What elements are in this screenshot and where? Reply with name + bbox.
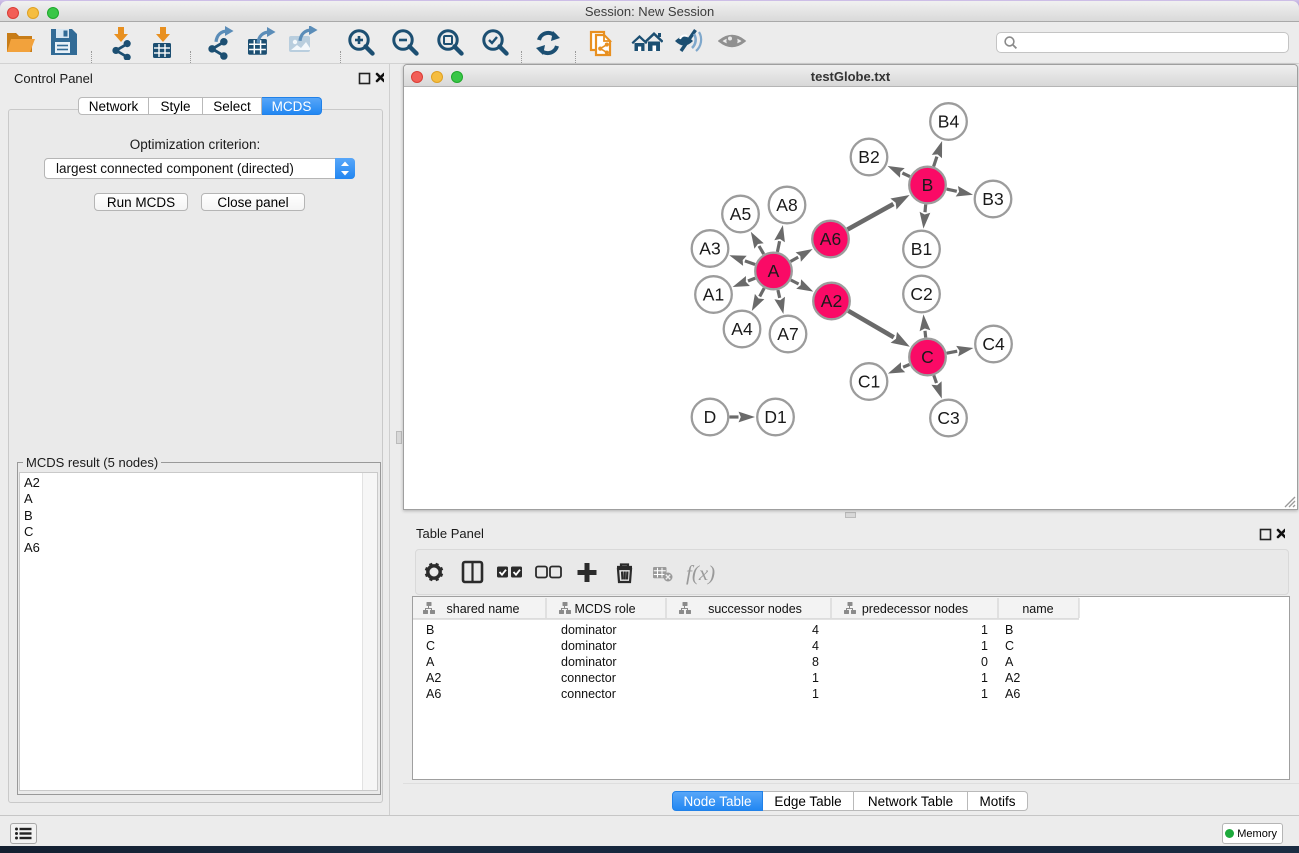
svg-text:C3: C3 xyxy=(937,408,959,428)
svg-text:1: 1 xyxy=(981,639,988,653)
svg-text:A: A xyxy=(426,655,435,669)
svg-text:A6: A6 xyxy=(820,229,841,249)
svg-text:B2: B2 xyxy=(858,147,879,167)
svg-text:4: 4 xyxy=(812,639,819,653)
svg-text:dominator: dominator xyxy=(561,655,617,669)
svg-text:1: 1 xyxy=(812,687,819,701)
svg-text:4: 4 xyxy=(812,623,819,637)
svg-text:dominator: dominator xyxy=(561,639,617,653)
svg-text:A2: A2 xyxy=(426,671,441,685)
svg-text:A2: A2 xyxy=(821,291,842,311)
svg-text:A7: A7 xyxy=(777,324,798,344)
svg-text:A1: A1 xyxy=(703,285,724,305)
svg-text:C: C xyxy=(426,639,435,653)
svg-text:A8: A8 xyxy=(776,195,797,215)
svg-text:A: A xyxy=(1005,655,1014,669)
svg-text:name: name xyxy=(1022,602,1053,616)
svg-text:C: C xyxy=(1005,639,1014,653)
svg-text:successor nodes: successor nodes xyxy=(708,602,802,616)
svg-text:A5: A5 xyxy=(730,204,751,224)
svg-text:B: B xyxy=(426,623,434,637)
svg-text:1: 1 xyxy=(981,623,988,637)
svg-text:A4: A4 xyxy=(731,319,753,339)
svg-text:f(x): f(x) xyxy=(686,561,715,585)
svg-text:shared name: shared name xyxy=(447,602,520,616)
svg-text:B3: B3 xyxy=(982,189,1003,209)
svg-text:B: B xyxy=(1005,623,1013,637)
svg-text:B: B xyxy=(922,175,934,195)
svg-text:connector: connector xyxy=(561,671,616,685)
svg-text:connector: connector xyxy=(561,687,616,701)
svg-text:A6: A6 xyxy=(426,687,441,701)
svg-text:D: D xyxy=(704,407,717,427)
svg-text:1: 1 xyxy=(981,671,988,685)
svg-text:D1: D1 xyxy=(764,407,786,427)
svg-text:A: A xyxy=(768,261,780,281)
svg-text:A3: A3 xyxy=(699,239,720,259)
svg-text:8: 8 xyxy=(812,655,819,669)
svg-text:B4: B4 xyxy=(938,112,960,132)
svg-text:predecessor nodes: predecessor nodes xyxy=(862,602,968,616)
svg-text:B1: B1 xyxy=(911,239,932,259)
svg-text:MCDS role: MCDS role xyxy=(574,602,635,616)
svg-text:0: 0 xyxy=(981,655,988,669)
svg-text:1: 1 xyxy=(981,687,988,701)
svg-text:1: 1 xyxy=(812,671,819,685)
svg-text:C2: C2 xyxy=(910,284,932,304)
svg-text:A6: A6 xyxy=(1005,687,1020,701)
svg-text:A2: A2 xyxy=(1005,671,1020,685)
svg-text:C4: C4 xyxy=(982,334,1005,354)
svg-text:dominator: dominator xyxy=(561,623,617,637)
svg-text:C: C xyxy=(921,347,934,367)
svg-text:C1: C1 xyxy=(858,372,880,392)
